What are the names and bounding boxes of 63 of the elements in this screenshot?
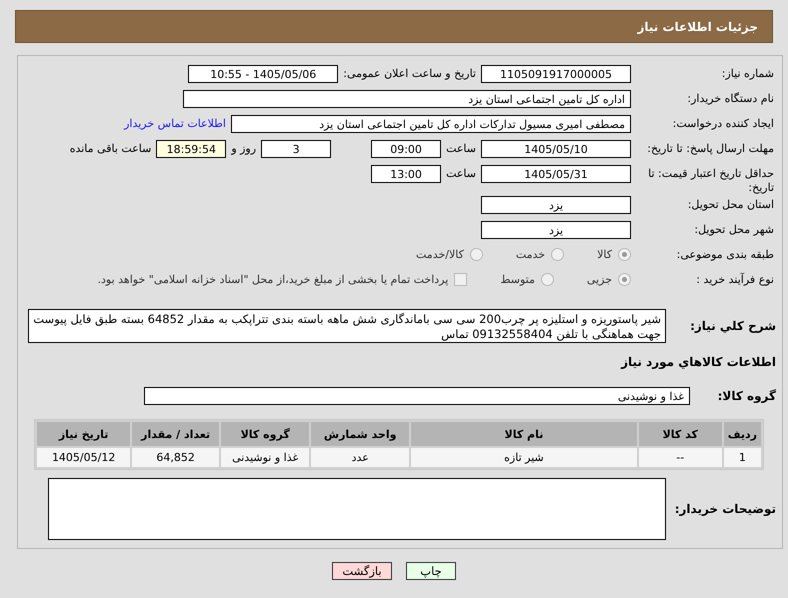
field-label: روز و — [231, 141, 256, 155]
column-header: کد کالا — [638, 422, 722, 446]
table-cell: 1405/05/12 — [37, 448, 130, 467]
column-header: ردیف — [724, 422, 761, 446]
table-cell: 64,852 — [132, 448, 220, 467]
field-label: تاریخ و ساعت اعلان عمومی: — [343, 66, 476, 80]
table-cell: شیر تازه — [411, 448, 637, 467]
field-label: حداقل تاریخ اعتبار قیمت: تا تاریخ: — [647, 166, 775, 195]
text-field[interactable]: اداره کل تامین اجتماعی استان یزد — [183, 90, 631, 108]
buyer-notes-label: توضیحات خریدار: — [674, 502, 776, 516]
field-label: ساعت باقی مانده — [70, 141, 152, 155]
goods-group-field[interactable]: غذا و نوشیدنی — [144, 387, 690, 405]
text-field[interactable]: 3 — [261, 140, 332, 158]
radio-button[interactable] — [540, 273, 554, 286]
field-label: مهلت ارسال پاسخ: تا تاریخ: — [646, 141, 775, 156]
text-field[interactable]: یزد — [481, 221, 631, 239]
field-label: ایجاد کننده درخواست: — [672, 116, 775, 131]
field-label: استان محل تحویل: — [686, 197, 775, 212]
print-button[interactable]: چاپ — [406, 562, 456, 580]
text-field[interactable]: مصطفی امیری مسیول تدارکات اداره کل تامین اجتماعی استان یزد — [231, 115, 631, 133]
radio-label: خدمت — [516, 248, 546, 261]
checkbox[interactable] — [454, 273, 468, 286]
radio-label: کالا — [597, 248, 612, 261]
field-label: نام دستگاه خریدار: — [686, 91, 775, 106]
column-header: تاریخ نیاز — [37, 422, 130, 446]
column-header: گروه کالا — [221, 422, 310, 446]
radio-button[interactable] — [618, 273, 631, 286]
buyer-notes-textarea[interactable] — [48, 478, 666, 540]
column-header: واحد شمارش — [311, 422, 410, 446]
radio-label: کالا/خدمت — [416, 248, 464, 261]
field-label: طبقه بندی موضوعی: — [676, 247, 775, 262]
field-label: شهر محل تحویل: — [693, 222, 775, 237]
text-field[interactable]: 13:00 — [371, 165, 442, 183]
radio-label: جزیی — [586, 273, 612, 286]
checkbox-label: پرداخت تمام یا بخشی از مبلغ خرید،از محل "اسناد خزانه اسلامی" خواهد بود. — [98, 273, 448, 286]
column-header: تعداد / مقدار — [132, 422, 220, 446]
text-field[interactable]: 1105091917000005 — [481, 65, 631, 83]
field-label: ساعت — [446, 166, 476, 180]
table-cell: غذا و نوشیدنی — [221, 448, 310, 467]
radio-label: متوسط — [500, 273, 535, 286]
text-field[interactable]: 1405/05/31 — [481, 165, 631, 183]
section-title: اطلاعات کالاهاي مورد نياز — [620, 355, 776, 369]
header-bar: جزئیات اطلاعات نیاز — [15, 10, 773, 43]
description-textarea[interactable]: شیر پاستوریزه و استلیزه پر چرب200 سی سی باماندگاری شش ماهه باسته بندی تتراپکب به مقدار 64852 بسته طبق فایل پیوست جهت هماهنگی با تلفن 09132558404 تماس — [28, 309, 666, 343]
field-label: ساعت — [446, 141, 476, 155]
contact-link[interactable]: اطلاعات تماس خریدار — [124, 114, 226, 130]
text-field[interactable]: 09:00 — [371, 140, 442, 158]
text-field[interactable]: 18:59:54 — [156, 140, 226, 158]
goods-group-label: گروه کالا: — [716, 389, 776, 403]
field-label: شماره نیاز: — [720, 66, 775, 81]
radio-button[interactable] — [551, 248, 564, 261]
description-label: شرح کلي نياز: — [689, 318, 776, 333]
table-cell: 1 — [724, 448, 761, 467]
table-cell: عدد — [311, 448, 410, 467]
radio-button[interactable] — [470, 248, 483, 261]
column-header: نام کالا — [411, 422, 637, 446]
back-button[interactable]: بازگشت — [332, 562, 392, 580]
field-label: نوع فرآیند خرید : — [695, 272, 775, 287]
text-field[interactable]: 1405/05/10 — [481, 140, 631, 158]
text-field[interactable]: یزد — [481, 196, 631, 214]
text-field[interactable]: 1405/05/06 - 10:55 — [188, 65, 338, 83]
radio-button[interactable] — [618, 248, 631, 261]
table-cell: -- — [638, 448, 722, 467]
